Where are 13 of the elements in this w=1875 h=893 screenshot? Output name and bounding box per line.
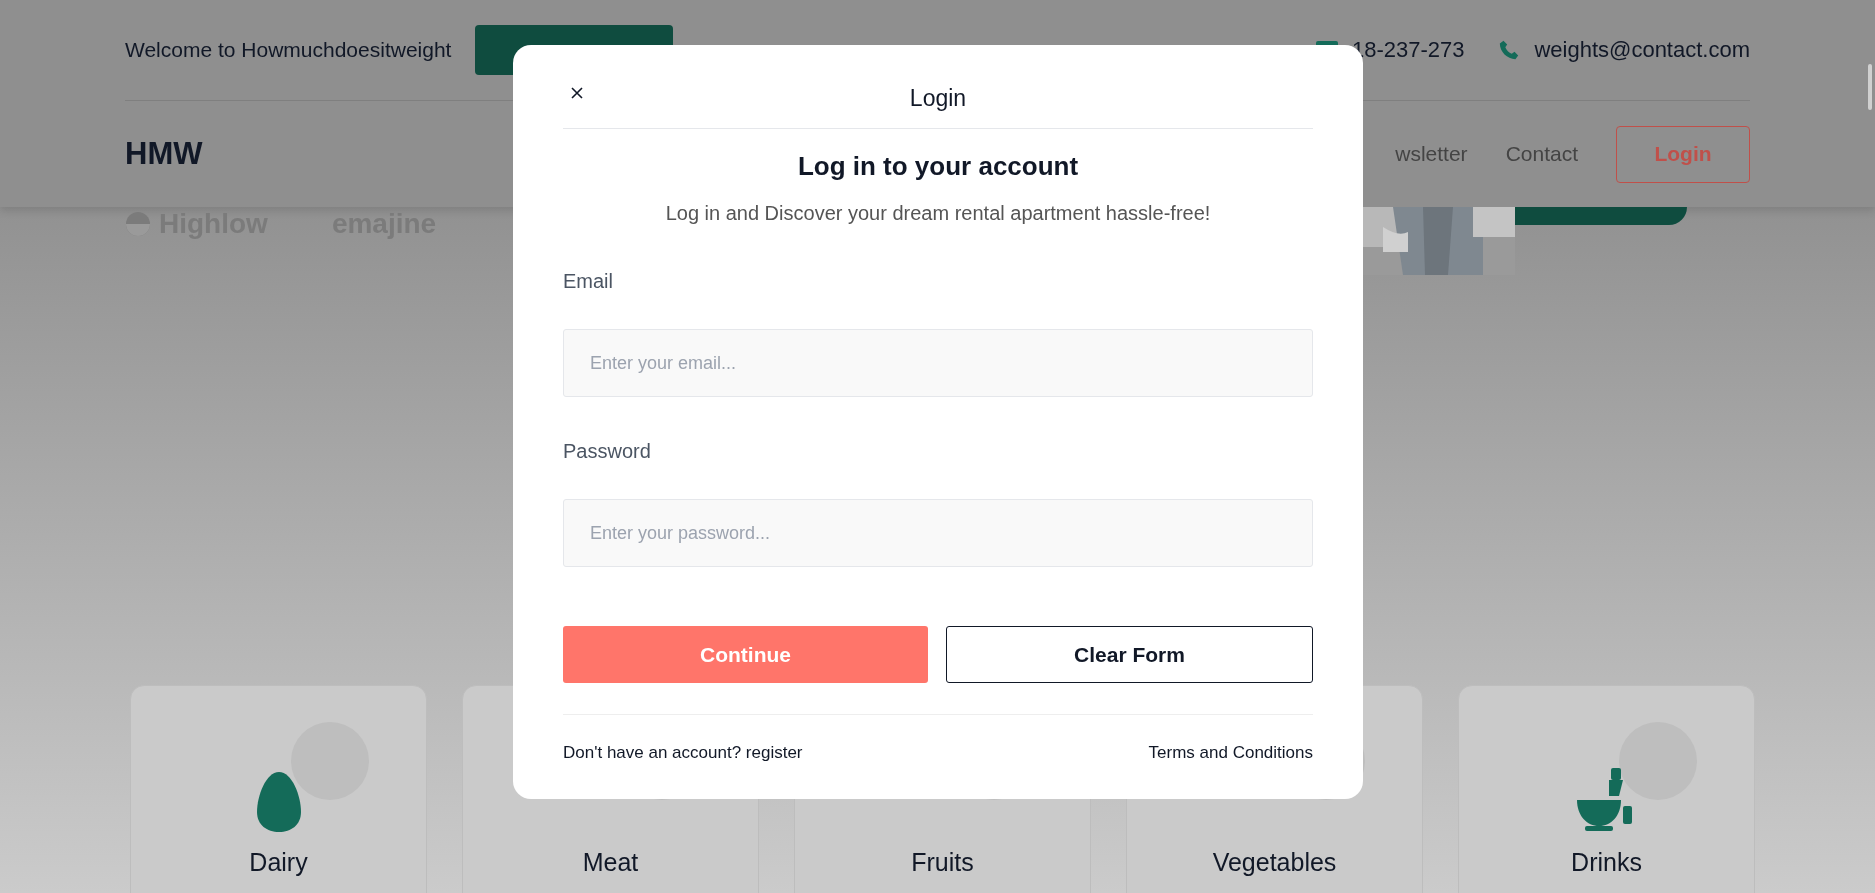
phone-number: 18-237-273 [1351,37,1465,63]
category-label: Drinks [1571,848,1642,877]
login-heading: Log in to your account [796,151,1080,182]
login-subtitle: Log in and Discover your dream rental apartment hassle-free! [664,202,1212,225]
email-address: weights@contact.com [1534,37,1750,63]
dialog-title: Login [909,85,967,112]
field-label: Password [563,440,651,463]
category-label: Fruits [911,848,974,877]
field-label: Email [563,270,613,293]
category-label: Dairy [249,848,308,877]
category-label: Vegetables [1212,848,1337,877]
category-label: Meat [582,848,639,877]
welcome-text: Welcome to Howmuchdoesitweight [125,38,452,62]
